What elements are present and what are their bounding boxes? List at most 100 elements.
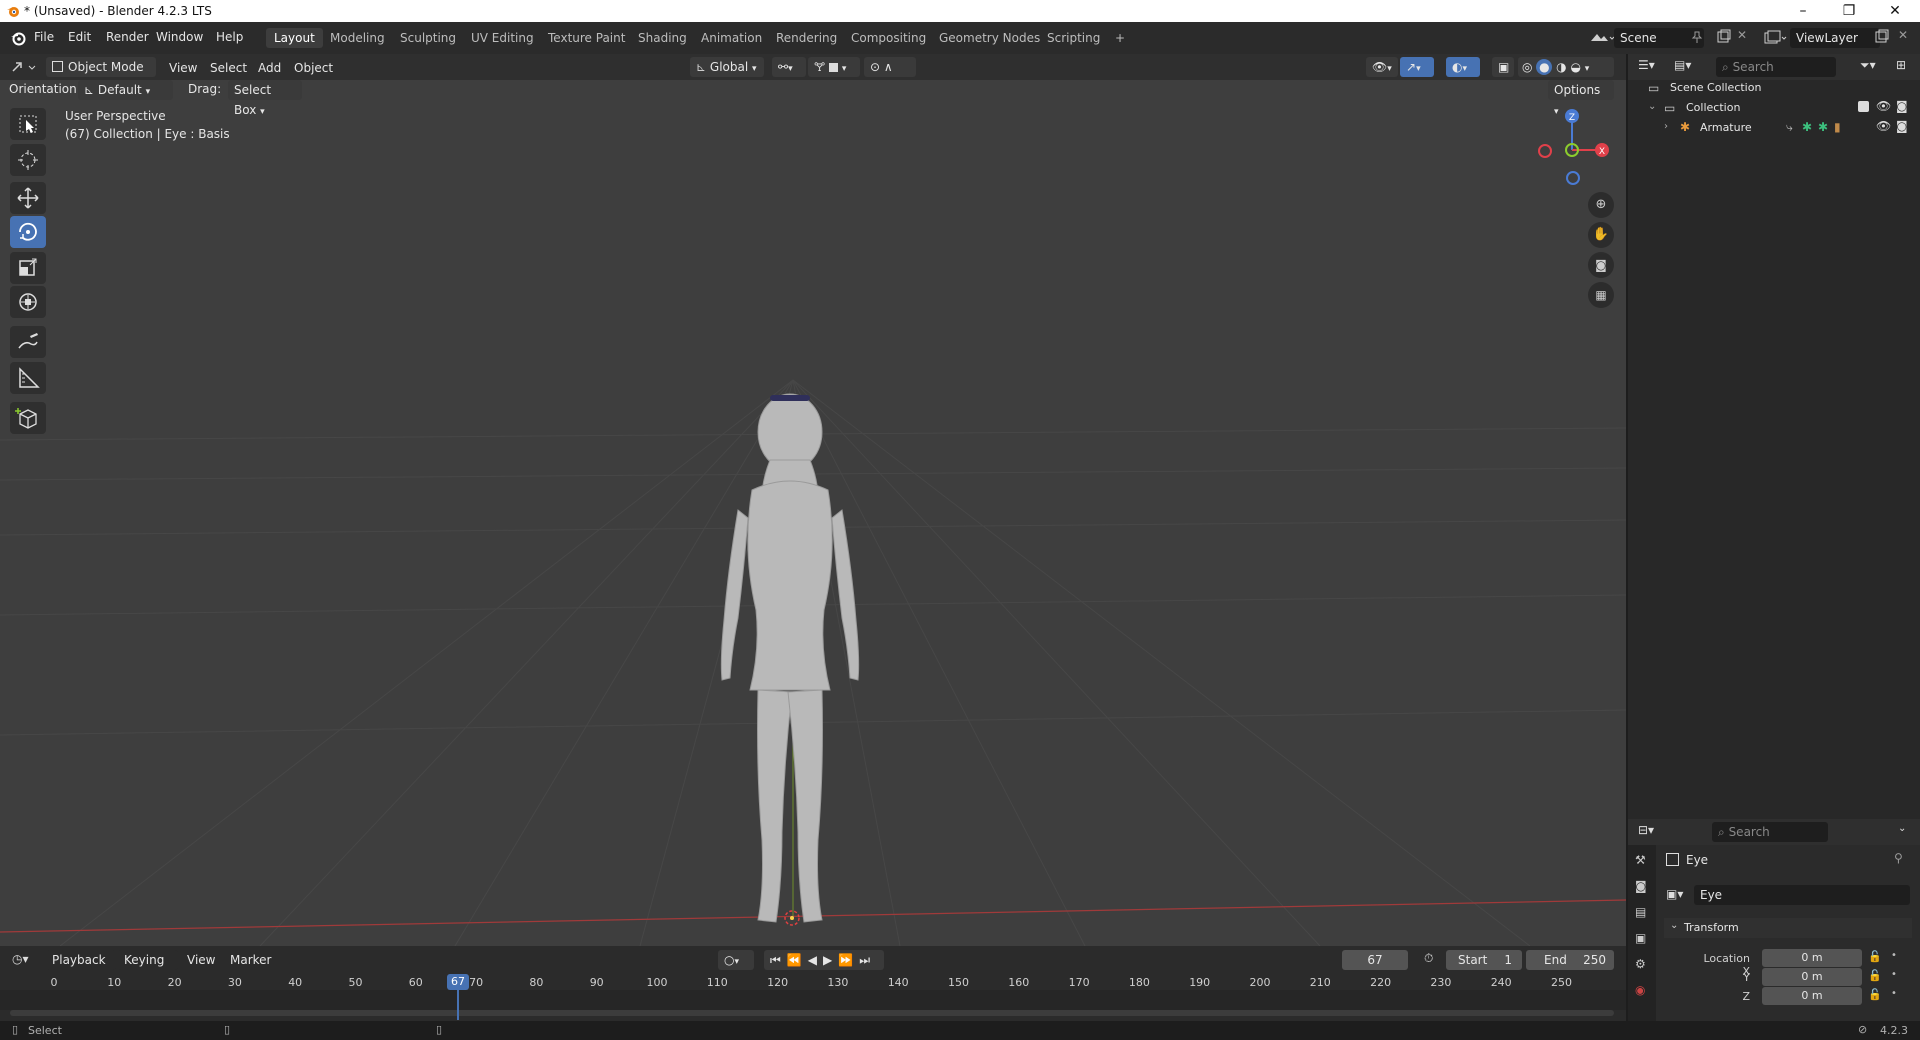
expand-icon[interactable]: › <box>1664 121 1668 132</box>
prev-keyframe-icon[interactable]: ⏪ <box>787 953 808 967</box>
menu-render[interactable]: Render <box>106 30 149 44</box>
measure-tool[interactable] <box>10 362 46 394</box>
tab-rendering[interactable]: Rendering <box>768 28 845 48</box>
rendered-shading-icon[interactable]: ◒ <box>1570 60 1580 74</box>
cursor-tool[interactable] <box>10 144 46 176</box>
outliner[interactable] <box>1628 54 1920 819</box>
properties-search[interactable]: ⌕ Search <box>1712 822 1828 842</box>
camera-view-button[interactable]: ◙ <box>1588 252 1614 278</box>
scene-icon[interactable] <box>1588 29 1614 47</box>
properties-options-icon[interactable]: ⌄ <box>1898 823 1906 834</box>
overlays-toggle[interactable]: ◐▾ <box>1446 57 1480 77</box>
end-frame-field[interactable]: End 250 <box>1526 950 1614 970</box>
lock-z-icon[interactable]: 🔓 <box>1868 988 1882 1001</box>
view-layer-field[interactable]: ViewLayer <box>1790 28 1880 48</box>
armature-visibility-eye-icon[interactable]: 👁 <box>1876 119 1891 133</box>
menu-file[interactable]: File <box>34 30 54 44</box>
material-shading-icon[interactable]: ◑ <box>1556 60 1566 74</box>
transform-orientation-dropdown[interactable]: ⊾ Global ▾ <box>690 57 764 77</box>
mode-dropdown[interactable]: Object Mode ▾ <box>46 57 156 94</box>
wireframe-shading-icon[interactable]: ◎ <box>1522 60 1532 74</box>
3d-viewport[interactable]: User Perspective (67) Collection | Eye :… <box>0 80 1626 946</box>
solid-shading-icon[interactable]: ● <box>1536 59 1553 75</box>
tab-geometry-nodes[interactable]: Geometry Nodes <box>931 28 1048 48</box>
transform-panel-header[interactable]: ⌄ Transform <box>1664 918 1912 938</box>
play-icon[interactable]: ▶ <box>823 953 838 967</box>
location-x-field[interactable]: 0 m <box>1762 949 1862 967</box>
menu-view[interactable]: View <box>169 61 197 75</box>
menu-add[interactable]: Add <box>258 61 281 75</box>
add-cube-tool[interactable] <box>10 402 46 434</box>
lock-x-icon[interactable]: 🔓 <box>1868 950 1882 963</box>
editor-type-icon[interactable] <box>10 58 38 76</box>
outliner-search[interactable]: ⌕ Search <box>1716 57 1836 77</box>
shading-modes[interactable]: ◎ ● ◑ ◒ ▾ <box>1518 57 1614 77</box>
tab-sculpting[interactable]: Sculpting <box>392 28 464 48</box>
current-frame-field[interactable]: 67 <box>1342 950 1408 970</box>
location-z-field[interactable]: 0 m <box>1762 987 1862 1005</box>
tab-texture-paint[interactable]: Texture Paint <box>540 28 633 48</box>
annotate-tool[interactable] <box>10 326 46 358</box>
menu-help[interactable]: Help <box>216 30 243 44</box>
visibility-eye-icon[interactable]: 👁 <box>1876 99 1891 113</box>
zoom-button[interactable]: ⊕ <box>1588 192 1614 218</box>
tab-shading[interactable]: Shading <box>630 28 695 48</box>
keyframe-x-icon[interactable]: • <box>1891 950 1897 961</box>
tool-tab-icon[interactable]: ⚒ <box>1635 853 1646 867</box>
xray-toggle[interactable]: ▣ <box>1492 57 1514 77</box>
collapse-icon[interactable]: ⌄ <box>1648 101 1656 112</box>
menu-select[interactable]: Select <box>210 61 247 75</box>
outliner-row-armature[interactable]: › ✱ Armature ⤷ ✱ ✱ ▮ 👁 ◙ <box>1644 119 1920 139</box>
pivot-point-dropdown[interactable]: ⚯▾ <box>772 57 806 77</box>
object-name-field[interactable]: Eye <box>1694 885 1910 905</box>
play-reverse-icon[interactable]: ◀ <box>808 953 823 967</box>
tab-animation[interactable]: Animation <box>693 28 770 48</box>
tab-modeling[interactable]: Modeling <box>322 28 393 48</box>
auto-keying-toggle[interactable]: ○▾ <box>718 950 754 970</box>
drag-dropdown[interactable]: Select Box ▾ <box>228 80 302 117</box>
playhead-label[interactable]: 67 <box>447 974 469 990</box>
world-tab-icon[interactable]: ◉ <box>1635 983 1645 997</box>
exclude-checkbox[interactable] <box>1858 101 1869 112</box>
start-frame-field[interactable]: Start 1 <box>1446 950 1522 970</box>
jump-end-icon[interactable]: ⏭ <box>859 953 876 967</box>
playback-menu[interactable]: Playback ▾ <box>46 950 116 987</box>
visibility-dropdown[interactable]: 👁▾ <box>1366 57 1398 77</box>
move-tool[interactable] <box>10 182 46 214</box>
keyframe-area[interactable] <box>0 990 1626 1010</box>
menu-window[interactable]: Window <box>156 30 203 44</box>
pan-button[interactable]: ✋ <box>1588 222 1614 248</box>
object-datablock-icon[interactable]: ▣▾ <box>1666 887 1683 901</box>
timeline-scrollbar[interactable] <box>10 1010 1614 1016</box>
rotate-tool[interactable] <box>10 216 46 248</box>
display-mode-icon[interactable]: ▤▾ <box>1674 58 1691 72</box>
armature-render-camera-icon[interactable]: ◙ <box>1896 119 1908 133</box>
shading-options-icon[interactable]: ▾ <box>1585 64 1590 74</box>
minimize-button[interactable]: – <box>1780 0 1826 22</box>
outliner-row-collection[interactable]: ⌄ ▭ Collection 👁 ◙ <box>1644 99 1920 119</box>
select-box-tool[interactable] <box>10 108 46 140</box>
tab-layout[interactable]: Layout <box>266 28 323 48</box>
render-tab-icon[interactable]: ◙ <box>1635 879 1647 893</box>
delete-scene-icon[interactable]: ✕ <box>1737 28 1747 42</box>
properties-editor-icon[interactable]: ⊟▾ <box>1638 823 1654 837</box>
delete-view-layer-icon[interactable]: ✕ <box>1898 28 1908 42</box>
keying-menu[interactable]: Keying ▾ <box>118 950 178 987</box>
tab-scripting[interactable]: Scripting <box>1039 28 1108 48</box>
new-view-layer-icon[interactable] <box>1874 29 1890 45</box>
blender-menu-icon[interactable] <box>10 30 26 46</box>
menu-object[interactable]: Object <box>294 61 333 75</box>
outliner-row-scene-collection[interactable]: ▭ Scene Collection <box>1644 79 1920 99</box>
transform-tool[interactable] <box>10 286 46 318</box>
snapping-toggle[interactable]: 🝖 ▾ <box>808 57 860 77</box>
orientation-dropdown[interactable]: ⊾ Default ▾ <box>78 80 173 100</box>
tab-uv-editing[interactable]: UV Editing <box>463 28 542 48</box>
view-layer-tab-icon[interactable]: ▣ <box>1635 931 1646 945</box>
timeline-view-menu[interactable]: View <box>187 953 215 967</box>
new-collection-icon[interactable]: ⊞ <box>1896 58 1906 72</box>
tab-compositing[interactable]: Compositing <box>843 28 934 48</box>
new-scene-icon[interactable] <box>1716 29 1732 45</box>
filter-icon[interactable]: ⏷▾ <box>1860 58 1876 73</box>
keyframe-y-icon[interactable]: • <box>1891 969 1897 980</box>
menu-edit[interactable]: Edit <box>68 30 91 44</box>
